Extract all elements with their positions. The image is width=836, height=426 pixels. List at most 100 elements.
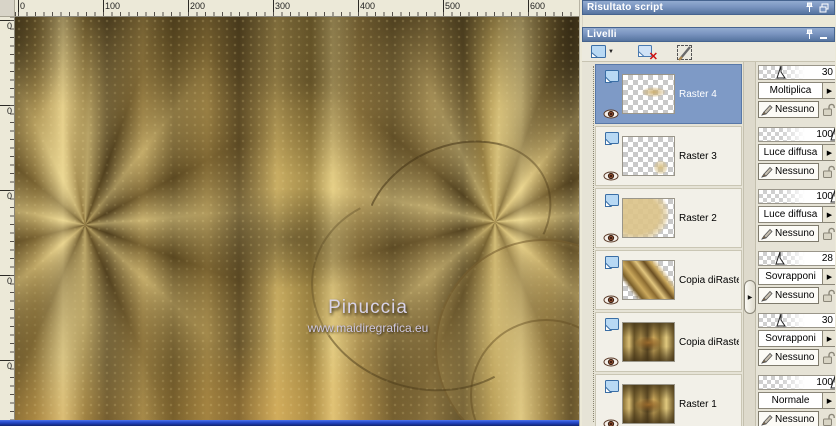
layer-name[interactable]: Raster 1 [679, 399, 717, 410]
ruler-label: 0 [7, 106, 13, 116]
brush-icon [761, 290, 773, 302]
visibility-eye-icon[interactable] [603, 233, 619, 243]
layer-row[interactable]: Raster 3 [595, 126, 742, 186]
layer-rows: Raster 4 Raster 3 Raster 2 Copia diRast … [595, 62, 742, 426]
layer-thumbnail[interactable] [622, 198, 675, 238]
visibility-eye-icon[interactable] [603, 419, 619, 426]
layer-group-value: Nessuno [775, 104, 815, 115]
lock-open-icon[interactable] [822, 227, 835, 241]
layer-group-button[interactable]: Nessuno [758, 163, 820, 180]
swirl-art [337, 110, 578, 330]
minimize-icon[interactable] [818, 29, 830, 40]
lock-open-icon[interactable] [822, 289, 835, 303]
opacity-slider[interactable]: 28 [758, 251, 835, 266]
layer-group-button[interactable]: Nessuno [758, 225, 820, 242]
layer-row[interactable]: Copia diRaster 1 [595, 312, 742, 372]
raster-layer-icon [605, 132, 619, 145]
layer-thumbnail[interactable] [622, 260, 675, 300]
layer-controls: 100 Normale ▶ Nessuno [758, 374, 835, 426]
new-layer-button[interactable]: ▼ [586, 43, 616, 62]
layer-name[interactable]: Raster 4 [679, 89, 717, 100]
edit-selection-button[interactable] [675, 44, 694, 61]
opacity-slider-handle[interactable] [774, 252, 785, 265]
lock-open-icon[interactable] [822, 351, 835, 365]
layer-row[interactable]: Raster 1 [595, 374, 742, 426]
dropdown-arrow-icon: ▼ [608, 49, 614, 55]
blend-mode-select[interactable]: Sovrapponi ▶ [758, 268, 835, 285]
right-dock: Risultato script Livelli ▼ ✕ Raster 4 Ra… [579, 0, 836, 426]
opacity-value: 100 [816, 377, 833, 388]
blend-mode-select[interactable]: Luce diffusa ▶ [758, 144, 835, 161]
delete-x-icon: ✕ [648, 50, 658, 63]
layer-controls: 30 Moltiplica ▶ Nessuno [758, 64, 835, 124]
raster-layer-icon [605, 318, 619, 331]
panel-splitter-handle[interactable]: ▶ [744, 280, 756, 314]
layer-group-button[interactable]: Nessuno [758, 101, 820, 118]
restore-icon[interactable] [818, 2, 830, 13]
layer-name[interactable]: Copia diRaster 1 [679, 337, 739, 348]
layer-name[interactable]: Copia diRaster 1 [679, 275, 739, 286]
script-result-panel-titlebar[interactable]: Risultato script [582, 0, 835, 15]
blend-menu-arrow-icon[interactable]: ▶ [822, 207, 835, 222]
visibility-eye-icon[interactable] [603, 109, 619, 119]
canvas-region: 0 100 200 300 400 500 600 0 0 0 0 0 Pinu… [0, 0, 579, 426]
pin-icon[interactable] [803, 29, 815, 40]
lock-open-icon[interactable] [822, 413, 835, 426]
layers-list-area: Raster 4 Raster 3 Raster 2 Copia diRast … [582, 62, 835, 426]
canvas-image[interactable]: Pinuccia www.maidiregrafica.eu [15, 17, 579, 420]
lock-open-icon[interactable] [822, 103, 835, 117]
blend-menu-arrow-icon[interactable]: ▶ [822, 145, 835, 160]
layer-group-button[interactable]: Nessuno [758, 349, 820, 366]
opacity-slider[interactable]: 30 [758, 313, 835, 328]
opacity-slider-handle[interactable] [776, 66, 787, 79]
opacity-slider[interactable]: 100 [758, 127, 835, 142]
opacity-slider[interactable]: 100 [758, 375, 835, 390]
layer-name[interactable]: Raster 2 [679, 213, 717, 224]
ruler-label: 200 [190, 1, 206, 11]
layer-thumbnail[interactable] [622, 322, 675, 362]
raster-layer-icon [605, 256, 619, 269]
layer-row[interactable]: Copia diRaster 1 [595, 250, 742, 310]
script-result-panel-title: Risultato script [587, 2, 663, 13]
layer-group-value: Nessuno [775, 352, 815, 363]
visibility-eye-icon[interactable] [603, 171, 619, 181]
starburst-right-art [255, 17, 579, 420]
ruler-label: 0 [20, 1, 26, 11]
ruler-label: 0 [7, 361, 13, 371]
delete-layer-button[interactable]: ✕ [634, 43, 658, 63]
opacity-slider[interactable]: 100 [758, 189, 835, 204]
layer-group-value: Nessuno [775, 290, 815, 301]
ruler-label: 100 [105, 1, 121, 11]
blend-menu-arrow-icon[interactable]: ▶ [822, 83, 835, 98]
pin-icon[interactable] [803, 2, 815, 13]
ruler-label: 400 [360, 1, 376, 11]
blend-menu-arrow-icon[interactable]: ▶ [822, 393, 835, 408]
layer-row[interactable]: Raster 2 [595, 188, 742, 248]
layer-row[interactable]: Raster 4 [595, 64, 742, 124]
blend-mode-select[interactable]: Luce diffusa ▶ [758, 206, 835, 223]
layer-group-button[interactable]: Nessuno [758, 411, 820, 426]
blend-mode-select[interactable]: Moltiplica ▶ [758, 82, 835, 99]
blend-menu-arrow-icon[interactable]: ▶ [822, 331, 835, 346]
blend-menu-arrow-icon[interactable]: ▶ [822, 269, 835, 284]
opacity-value: 100 [816, 129, 833, 140]
ruler-label: 0 [7, 21, 13, 31]
ruler-corner [0, 0, 15, 17]
vertical-ruler: 0 0 0 0 0 [0, 17, 15, 420]
layer-thumbnail[interactable] [622, 136, 675, 176]
layers-panel-titlebar[interactable]: Livelli [582, 27, 835, 42]
layer-group-value: Nessuno [775, 228, 815, 239]
lock-open-icon[interactable] [822, 165, 835, 179]
opacity-slider[interactable]: 30 [758, 65, 835, 80]
layer-group-button[interactable]: Nessuno [758, 287, 820, 304]
watermark-url: www.maidiregrafica.eu [307, 321, 429, 335]
layer-thumbnail[interactable] [622, 384, 675, 424]
panel-splitter[interactable]: ▶ [743, 62, 756, 426]
layer-name[interactable]: Raster 3 [679, 151, 717, 162]
visibility-eye-icon[interactable] [603, 357, 619, 367]
opacity-slider-handle[interactable] [776, 314, 787, 327]
visibility-eye-icon[interactable] [603, 295, 619, 305]
layer-thumbnail[interactable] [622, 74, 675, 114]
blend-mode-select[interactable]: Sovrapponi ▶ [758, 330, 835, 347]
blend-mode-select[interactable]: Normale ▶ [758, 392, 835, 409]
